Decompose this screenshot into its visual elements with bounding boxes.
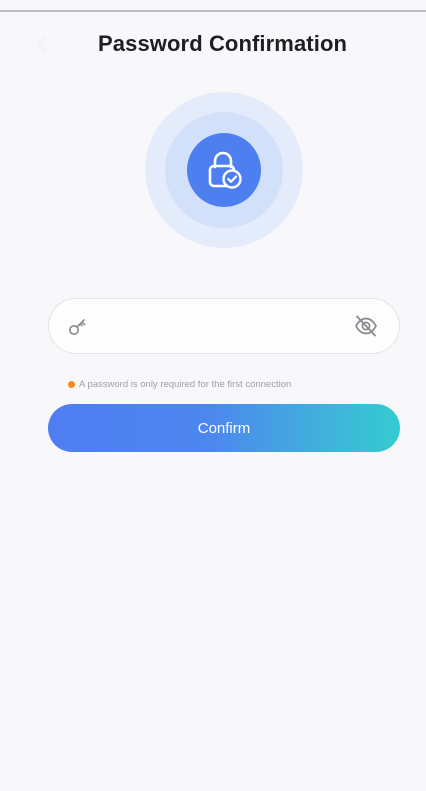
password-confirmation-screen: Password Confirmation A password is only… xyxy=(0,0,426,791)
password-input[interactable] xyxy=(99,309,343,345)
key-icon xyxy=(69,319,86,335)
page-title: Password Confirmation xyxy=(98,31,348,56)
hint-text: A password is only required for the firs… xyxy=(79,378,292,390)
top-divider xyxy=(0,10,426,12)
lock-badge xyxy=(187,133,261,207)
hint-dot xyxy=(68,380,75,388)
eye-off-icon[interactable] xyxy=(353,313,379,339)
password-field[interactable] xyxy=(48,298,400,354)
lock-check-icon xyxy=(208,151,242,189)
back-button[interactable] xyxy=(30,34,52,56)
confirm-button[interactable]: Confirm xyxy=(48,404,400,452)
hint-row: A password is only required for the firs… xyxy=(68,377,291,391)
chevron-left-icon xyxy=(37,37,46,53)
